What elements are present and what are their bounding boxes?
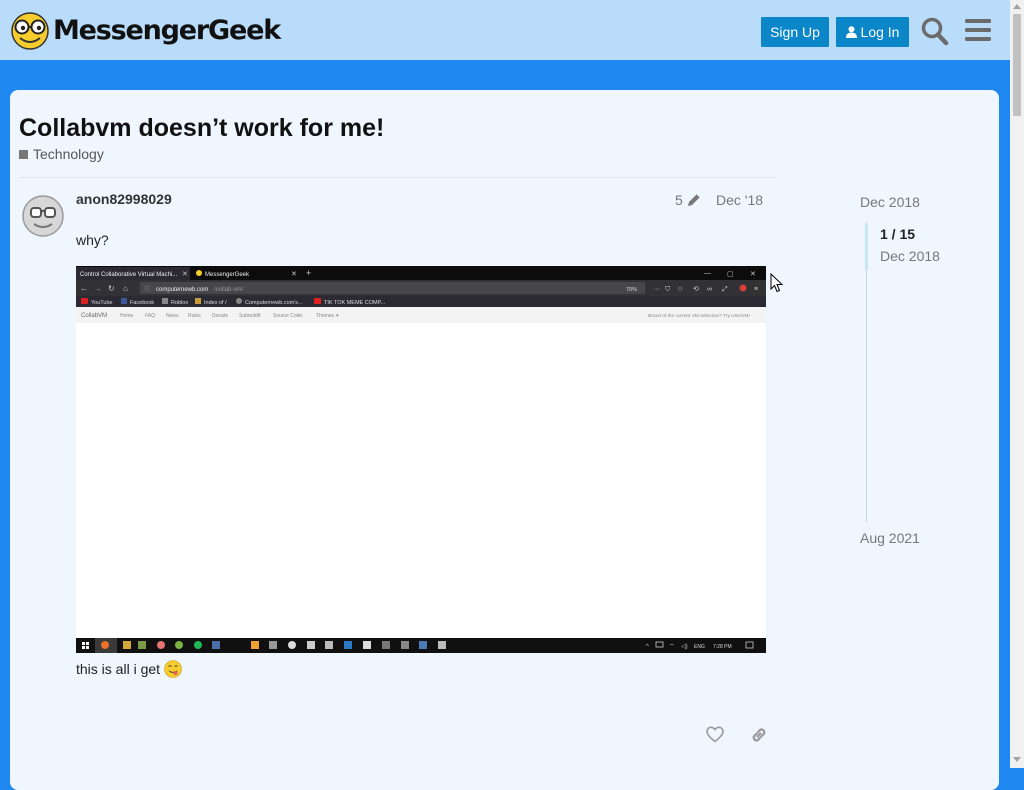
svg-text:⌂: ⌂ — [123, 284, 128, 293]
log-in-label: Log In — [860, 24, 900, 40]
scroll-down-arrow-icon[interactable] — [1013, 757, 1021, 762]
sign-up-label: Sign Up — [770, 24, 820, 40]
svg-text:ⓘ: ⓘ — [144, 285, 150, 293]
svg-text:⌔: ⌔ — [669, 644, 675, 650]
user-icon — [845, 26, 857, 38]
svg-text:Rules: Rules — [188, 313, 201, 319]
svg-text:→: → — [94, 284, 102, 293]
share-link-icon[interactable] — [750, 726, 768, 744]
post-text: why? — [76, 232, 109, 248]
timeline-end-date[interactable]: Aug 2021 — [860, 530, 920, 546]
svg-text:/collab-vm/: /collab-vm/ — [214, 287, 243, 293]
title-divider — [19, 177, 776, 178]
svg-text:Home: Home — [120, 313, 134, 319]
post-text-2: this is all i get — [76, 661, 161, 677]
svg-text:—: — — [704, 270, 711, 277]
embedded-tab-2: MessengerGeek — [205, 272, 250, 278]
topic-title[interactable]: Collabvm doesn’t work for me! — [19, 114, 384, 143]
post-date[interactable]: Dec '18 — [716, 192, 763, 208]
category-badge[interactable]: Technology — [19, 146, 104, 162]
embedded-url: computernewb.com — [156, 287, 208, 293]
svg-text:News: News — [166, 313, 179, 319]
svg-text:Donate: Donate — [212, 313, 228, 319]
embedded-zoom: 70% — [626, 287, 637, 293]
embedded-tab-1: Control Collaborative Virtual Machi... — [80, 272, 178, 278]
svg-text:◁): ◁) — [681, 644, 688, 650]
embedded-clock: 7:28 PM — [713, 644, 732, 650]
nerd-face-logo-icon — [11, 12, 49, 50]
svg-text:Facebook: Facebook — [130, 300, 154, 306]
embedded-tab-favicon — [196, 270, 202, 276]
svg-text:+: + — [306, 268, 311, 278]
embedded-site-notice: Bored of the current VM selection? Try U… — [648, 313, 750, 319]
svg-text:✕: ✕ — [750, 271, 756, 278]
category-color-square — [19, 149, 28, 159]
svg-text:Subreddit: Subreddit — [239, 313, 261, 319]
svg-text:Themes: Themes — [316, 313, 335, 319]
svg-text:≡: ≡ — [754, 286, 758, 293]
site-name: MessengerGeek — [53, 14, 281, 46]
svg-text:←: ← — [80, 284, 88, 293]
topic-timeline[interactable]: Dec 2018 1 / 15 Dec 2018 Aug 2021 — [860, 194, 980, 554]
timeline-start-date[interactable]: Dec 2018 — [860, 194, 920, 210]
like-heart-icon[interactable] — [706, 726, 724, 743]
scroll-up-arrow-icon[interactable] — [1013, 4, 1021, 9]
svg-text:✕: ✕ — [182, 271, 188, 278]
hamburger-menu-icon[interactable] — [965, 18, 991, 42]
category-label: Technology — [33, 146, 104, 162]
embedded-language: ENG — [694, 644, 705, 650]
site-header: MessengerGeek Sign Up Log In — [0, 0, 1010, 60]
log-in-button[interactable]: Log In — [836, 17, 909, 47]
main-content: Collabvm doesn’t work for me! Technology… — [10, 90, 999, 790]
post-image[interactable]: Control Collaborative Virtual Machi... ✕… — [76, 266, 766, 653]
edit-history-indicator[interactable]: 5 — [675, 192, 702, 208]
svg-text:⟲: ⟲ — [693, 286, 699, 293]
svg-text:Source Code: Source Code — [273, 313, 302, 319]
svg-text:Computernewb.com's...: Computernewb.com's... — [245, 300, 303, 306]
svg-text:TIK TOK MEME COMP...: TIK TOK MEME COMP... — [324, 300, 386, 306]
post-username[interactable]: anon82998029 — [76, 191, 172, 207]
svg-text:^: ^ — [646, 644, 649, 650]
edit-count: 5 — [675, 192, 683, 208]
svg-text:⤢: ⤢ — [722, 286, 728, 293]
timeline-position-date: Dec 2018 — [880, 248, 940, 264]
user-avatar-icon[interactable] — [22, 195, 64, 237]
svg-text:∞: ∞ — [707, 286, 712, 293]
page-scrollbar[interactable] — [1010, 0, 1024, 768]
sign-up-button[interactable]: Sign Up — [761, 17, 829, 47]
search-icon[interactable] — [921, 16, 949, 46]
embedded-site-brand: CollabVM — [81, 313, 107, 319]
site-logo[interactable]: MessengerGeek — [10, 10, 281, 50]
timeline-position: 1 / 15 — [880, 226, 916, 242]
pencil-icon — [687, 193, 701, 206]
mouse-cursor-icon — [770, 273, 783, 293]
svg-text:✕: ✕ — [291, 271, 297, 278]
svg-text:Roblox: Roblox — [171, 300, 188, 306]
scrollbar-thumb[interactable] — [1013, 14, 1021, 116]
svg-text:☆: ☆ — [677, 285, 683, 293]
svg-text:YouTube: YouTube — [91, 300, 113, 306]
svg-text:Index of /: Index of / — [204, 300, 227, 306]
svg-text:↻: ↻ — [108, 284, 115, 293]
timeline-scroller-handle[interactable] — [865, 224, 868, 270]
svg-text:▢: ▢ — [727, 271, 734, 278]
svg-text:FAQ: FAQ — [145, 313, 155, 319]
post-text-after-image: this is all i get — [76, 660, 182, 678]
face-savoring-food-emoji-icon — [164, 660, 182, 678]
svg-text:⛉: ⛉ — [665, 285, 671, 293]
svg-text:···: ··· — [653, 286, 660, 293]
